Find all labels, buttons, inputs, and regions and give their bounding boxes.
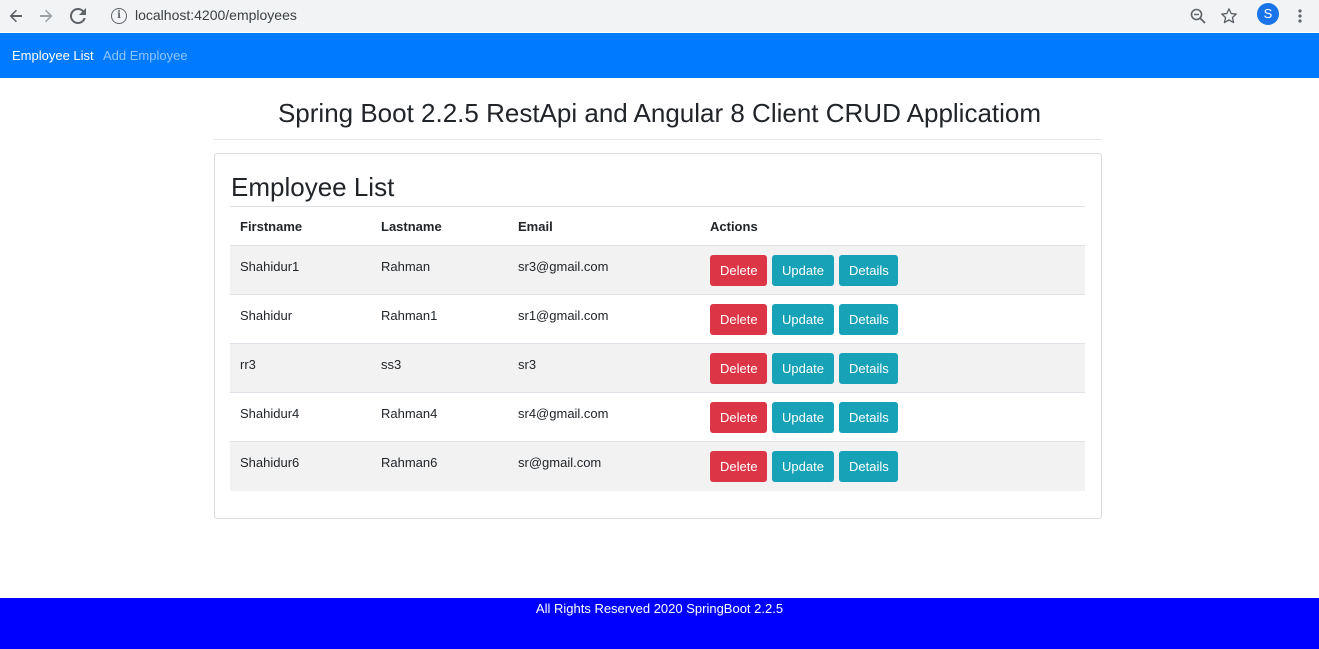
details-button[interactable]: Details bbox=[839, 304, 898, 335]
address-bar[interactable]: i localhost:4200/employees bbox=[101, 2, 1245, 30]
details-button[interactable]: Details bbox=[839, 402, 898, 433]
table-row: Shahidur Rahman1 sr1@gmail.com Delete Upd… bbox=[230, 294, 1085, 344]
url-text[interactable]: localhost:4200/employees bbox=[135, 7, 297, 23]
zoom-icon[interactable] bbox=[1186, 4, 1210, 28]
delete-button[interactable]: Delete bbox=[710, 304, 767, 335]
column-header-actions: Actions bbox=[700, 206, 1085, 246]
forward-arrow-icon[interactable] bbox=[34, 4, 58, 28]
cell-actions: Delete Update Details bbox=[700, 294, 1085, 344]
table-row: Shahidur4 Rahman4 sr4@gmail.com Delete Up… bbox=[230, 392, 1085, 442]
table-row: rr3 ss3 sr3 Delete Update Details bbox=[230, 343, 1085, 393]
page-title: Spring Boot 2.2.5 RestApi and Angular 8 … bbox=[277, 98, 1042, 128]
column-header-lastname: Lastname bbox=[371, 206, 508, 246]
cell-firstname: rr3 bbox=[230, 343, 371, 393]
cell-email: sr4@gmail.com bbox=[508, 392, 700, 442]
employee-table: Firstname Lastname Email Actions Shahidu… bbox=[230, 206, 1085, 491]
footer: All Rights Reserved 2020 SpringBoot 2.2.… bbox=[0, 598, 1319, 649]
card-title: Employee List bbox=[231, 172, 395, 202]
details-button[interactable]: Details bbox=[839, 451, 898, 482]
details-button[interactable]: Details bbox=[839, 255, 898, 286]
cell-firstname: Shahidur6 bbox=[230, 441, 371, 491]
update-button[interactable]: Update bbox=[772, 304, 834, 335]
back-arrow-icon[interactable] bbox=[4, 4, 28, 28]
star-icon[interactable] bbox=[1217, 4, 1241, 28]
cell-email: sr@gmail.com bbox=[508, 441, 700, 491]
details-button[interactable]: Details bbox=[839, 353, 898, 384]
reload-icon[interactable] bbox=[66, 4, 90, 28]
delete-button[interactable]: Delete bbox=[710, 353, 767, 384]
cell-actions: Delete Update Details bbox=[700, 343, 1085, 393]
employee-list-card: Employee List Firstname Lastname Email A… bbox=[214, 153, 1102, 519]
table-header-row: Firstname Lastname Email Actions bbox=[230, 206, 1085, 246]
nav-link-add-employee[interactable]: Add Employee bbox=[103, 48, 188, 63]
info-icon[interactable]: i bbox=[111, 8, 127, 24]
cell-actions: Delete Update Details bbox=[700, 441, 1085, 491]
table-row: Shahidur1 Rahman sr3@gmail.com Delete Upd… bbox=[230, 245, 1085, 295]
footer-text: All Rights Reserved 2020 SpringBoot 2.2.… bbox=[535, 601, 784, 616]
cell-firstname: Shahidur1 bbox=[230, 245, 371, 295]
cell-lastname: Rahman4 bbox=[371, 392, 508, 442]
cell-actions: Delete Update Details bbox=[700, 392, 1085, 442]
nav-link-employee-list[interactable]: Employee List bbox=[12, 48, 94, 63]
column-header-email: Email bbox=[508, 206, 700, 246]
update-button[interactable]: Update bbox=[772, 353, 834, 384]
update-button[interactable]: Update bbox=[772, 451, 834, 482]
delete-button[interactable]: Delete bbox=[710, 451, 767, 482]
column-header-firstname: Firstname bbox=[230, 206, 371, 246]
cell-lastname: Rahman1 bbox=[371, 294, 508, 344]
cell-email: sr1@gmail.com bbox=[508, 294, 700, 344]
cell-lastname: Rahman6 bbox=[371, 441, 508, 491]
table-row: Shahidur6 Rahman6 sr@gmail.com Delete Upd… bbox=[230, 441, 1085, 491]
kebab-menu-icon[interactable] bbox=[1288, 4, 1312, 28]
delete-button[interactable]: Delete bbox=[710, 255, 767, 286]
title-divider bbox=[214, 139, 1102, 140]
update-button[interactable]: Update bbox=[772, 402, 834, 433]
browser-toolbar: i localhost:4200/employees S bbox=[0, 0, 1319, 32]
app-navbar: Employee List Add Employee bbox=[0, 33, 1319, 78]
cell-lastname: Rahman bbox=[371, 245, 508, 295]
profile-avatar[interactable]: S bbox=[1257, 3, 1279, 25]
cell-firstname: Shahidur bbox=[230, 294, 371, 344]
delete-button[interactable]: Delete bbox=[710, 402, 767, 433]
cell-lastname: ss3 bbox=[371, 343, 508, 393]
cell-email: sr3@gmail.com bbox=[508, 245, 700, 295]
cell-firstname: Shahidur4 bbox=[230, 392, 371, 442]
cell-actions: Delete Update Details bbox=[700, 245, 1085, 295]
cell-email: sr3 bbox=[508, 343, 700, 393]
update-button[interactable]: Update bbox=[772, 255, 834, 286]
